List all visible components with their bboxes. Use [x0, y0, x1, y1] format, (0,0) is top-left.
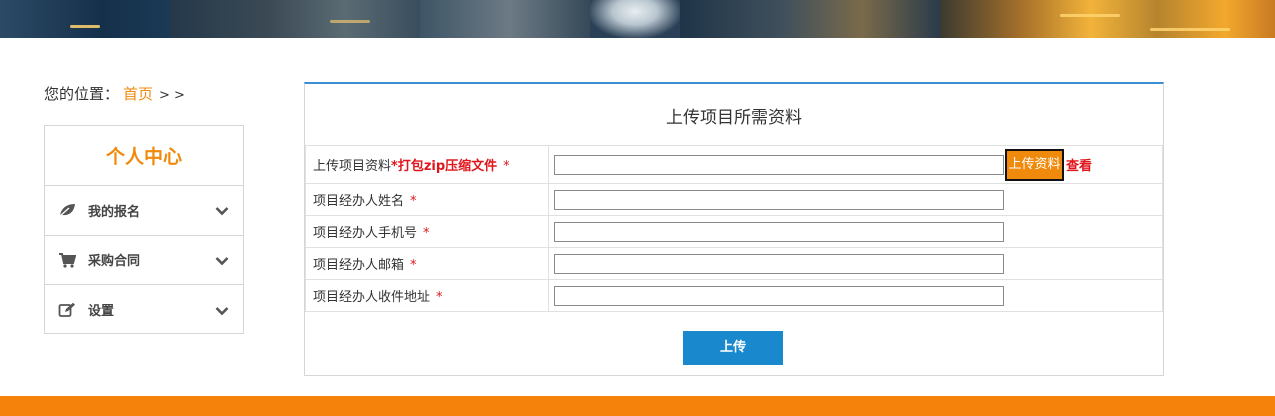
sidebar-item-my-registration[interactable]: 我的报名 [45, 186, 243, 236]
sidebar-item-label: 采购合同 [88, 254, 141, 270]
contact-name-input[interactable] [554, 189, 1004, 210]
contact-email-input[interactable] [554, 253, 1004, 274]
upload-form-table: 上传项目资料*打包zip压缩文件 * 上传资料 查看 项目经办人姓名 * 项目经办人手… [305, 145, 1163, 312]
leaf-icon [58, 202, 76, 218]
submit-upload-button[interactable]: 上传 [683, 331, 783, 365]
sidebar-item-label: 设置 [88, 304, 115, 320]
form-label-cell: 项目经办人邮箱 * [305, 247, 549, 280]
breadcrumb-separator: > > [159, 88, 185, 103]
form-field-cell: 上传资料 查看 [548, 145, 1163, 184]
required-mark: * [503, 159, 510, 174]
edit-icon [58, 302, 76, 318]
field-label: 项目经办人收件地址 [313, 290, 431, 305]
required-mark: * [423, 226, 430, 241]
chevron-down-icon [215, 205, 229, 216]
breadcrumb-home-link[interactable]: 首页 [123, 85, 153, 103]
breadcrumb-prefix: 您的位置： [44, 85, 120, 103]
field-label: 项目经办人邮箱 [313, 258, 405, 273]
panel-title: 上传项目所需资料 [666, 108, 802, 128]
chevron-down-icon [215, 305, 229, 316]
form-label-cell: 项目经办人手机号 * [305, 215, 549, 248]
sidebar: 个人中心 我的报名 采购合同 设置 [44, 125, 244, 334]
form-field-cell [548, 183, 1163, 216]
sidebar-item-settings[interactable]: 设置 [45, 285, 243, 335]
contact-address-input[interactable] [554, 285, 1004, 306]
upload-file-button[interactable]: 上传资料 [1005, 148, 1064, 181]
upload-panel: 上传项目所需资料 上传项目资料*打包zip压缩文件 * 上传资料 查看 项目经办人姓… [304, 82, 1164, 376]
form-label-cell: 项目经办人姓名 * [305, 183, 549, 216]
form-row-upload-file: 上传项目资料*打包zip压缩文件 * 上传资料 查看 [305, 145, 1163, 184]
contact-phone-input[interactable] [554, 221, 1004, 242]
chevron-down-icon [215, 255, 229, 266]
form-row-contact-phone: 项目经办人手机号 * [305, 215, 1163, 248]
project-file-path-input[interactable] [554, 154, 1004, 175]
sidebar-item-purchase-contract[interactable]: 采购合同 [45, 236, 243, 285]
form-row-contact-name: 项目经办人姓名 * [305, 183, 1163, 216]
field-label: 项目经办人手机号 [313, 226, 418, 241]
form-row-contact-address: 项目经办人收件地址 * [305, 279, 1163, 312]
form-field-cell [548, 247, 1163, 280]
view-file-link[interactable]: 查看 [1066, 159, 1092, 174]
footer-bar [0, 396, 1275, 416]
field-label: 项目经办人姓名 [313, 194, 405, 209]
form-label-cell: 上传项目资料*打包zip压缩文件 * [305, 145, 549, 184]
breadcrumb: 您的位置： 首页 > > [44, 83, 185, 104]
required-mark: * [410, 258, 417, 273]
sidebar-title: 个人中心 [45, 126, 243, 186]
required-mark: * [410, 194, 417, 209]
cart-icon [58, 252, 76, 268]
header-banner [0, 0, 1275, 38]
form-field-cell [548, 279, 1163, 312]
form-field-cell [548, 215, 1163, 248]
form-label-cell: 项目经办人收件地址 * [305, 279, 549, 312]
form-row-contact-email: 项目经办人邮箱 * [305, 247, 1163, 280]
field-label: 上传项目资料 [313, 159, 392, 174]
sidebar-item-label: 我的报名 [88, 204, 141, 220]
required-mark: * [436, 290, 443, 305]
zip-hint: *打包zip压缩文件 [391, 159, 498, 174]
